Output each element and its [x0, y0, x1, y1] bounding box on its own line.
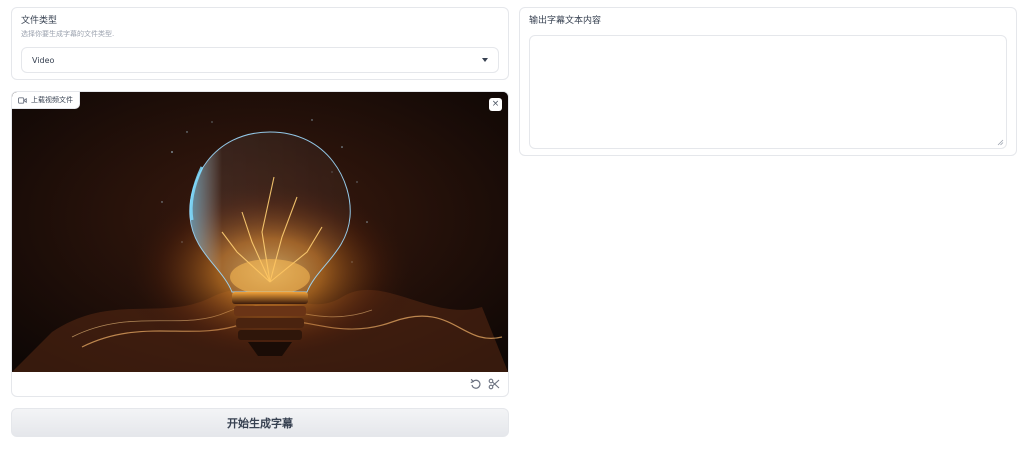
video-camera-icon: [18, 96, 27, 104]
resize-grip-icon[interactable]: [997, 139, 1004, 146]
file-type-dropdown[interactable]: Video: [21, 47, 499, 73]
scissors-icon[interactable]: [488, 378, 500, 390]
lightbulb-image: [12, 92, 508, 372]
file-type-label: 文件类型: [21, 16, 58, 26]
output-label: 输出字幕文本内容: [529, 16, 602, 26]
file-type-info: 选择你要生成字幕的文件类型.: [21, 30, 115, 38]
video-preview[interactable]: [12, 92, 508, 372]
close-icon: ×: [491, 99, 500, 109]
file-type-block: 文件类型 选择你要生成字幕的文件类型. Video: [11, 7, 509, 80]
chevron-down-icon: [482, 58, 488, 62]
generate-subtitles-button[interactable]: 开始生成字幕: [11, 408, 509, 437]
file-type-selected-value: Video: [32, 55, 55, 65]
video-upload-label-text: 上载视频文件: [31, 96, 73, 104]
video-controls: [12, 372, 508, 396]
clear-video-button[interactable]: ×: [489, 98, 502, 111]
video-upload-label: 上载视频文件: [12, 92, 80, 109]
output-subtitle-textarea[interactable]: [529, 35, 1007, 149]
output-subtitle-block: 输出字幕文本内容: [519, 7, 1017, 156]
undo-icon[interactable]: [470, 378, 482, 390]
video-upload-block: 上载视频文件 ×: [11, 91, 509, 397]
